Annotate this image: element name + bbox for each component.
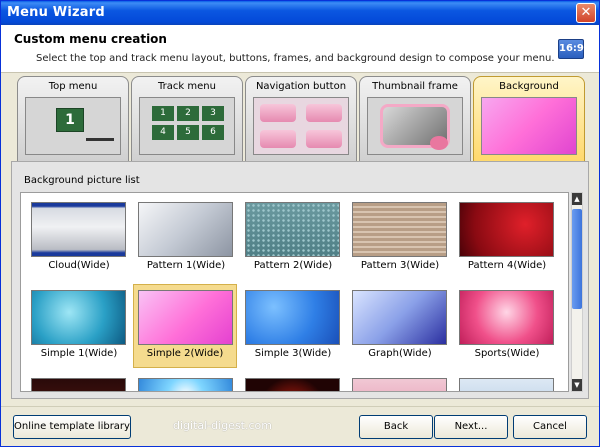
tab-background[interactable]: Background bbox=[473, 76, 585, 164]
graph-thumbnail bbox=[352, 290, 447, 345]
simple2-thumbnail bbox=[138, 290, 233, 345]
flower-icon bbox=[430, 136, 448, 150]
background-thumbnail bbox=[459, 378, 554, 391]
sports-thumbnail bbox=[459, 290, 554, 345]
track-number: 2 bbox=[177, 106, 199, 121]
track-number: 1 bbox=[152, 106, 174, 121]
pattern2-thumbnail bbox=[245, 202, 340, 257]
next-button[interactable]: Next... bbox=[434, 415, 508, 439]
item-caption: Simple 3(Wide) bbox=[254, 348, 332, 359]
track-number: 4 bbox=[152, 124, 174, 140]
item-caption: Pattern 3(Wide) bbox=[360, 260, 440, 271]
preview-number: 1 bbox=[56, 108, 84, 132]
background-thumbnail bbox=[352, 378, 447, 391]
tab-track-menu[interactable]: Track menu 1 2 3 4 5 6 bbox=[131, 76, 243, 162]
scroll-thumb[interactable] bbox=[572, 209, 582, 309]
pattern1-thumbnail bbox=[138, 202, 233, 257]
pattern4-thumbnail bbox=[459, 202, 554, 257]
list-item[interactable]: Graph(Wide) bbox=[348, 285, 452, 369]
simple1-thumbnail bbox=[31, 290, 126, 345]
cancel-button[interactable]: Cancel bbox=[513, 415, 587, 439]
wizard-header: Custom menu creation Select the top and … bbox=[1, 25, 599, 73]
background-panel: Background picture list Cloud(Wide) Patt… bbox=[11, 161, 589, 399]
list-item[interactable]: Simple 3(Wide) bbox=[241, 285, 345, 369]
tab-top-menu[interactable]: Top menu 1 bbox=[17, 76, 129, 162]
list-item[interactable]: Sports(Wide) bbox=[455, 285, 559, 369]
component-tabs: Top menu 1 Track menu 1 2 3 4 5 6 Naviga… bbox=[17, 76, 587, 164]
close-button[interactable]: ✕ bbox=[576, 3, 596, 23]
menu-wizard-window: Menu Wizard ✕ Custom menu creation Selec… bbox=[0, 0, 600, 447]
page-description: Select the top and track menu layout, bu… bbox=[36, 53, 555, 64]
back-button[interactable]: Back bbox=[359, 415, 433, 439]
tab-label: Navigation button bbox=[255, 81, 347, 92]
background-list[interactable]: Cloud(Wide) Pattern 1(Wide) Pattern 2(Wi… bbox=[20, 192, 569, 392]
nav-forward-icon bbox=[306, 130, 342, 148]
online-template-library-button[interactable]: Online template library bbox=[13, 415, 131, 439]
list-item[interactable] bbox=[27, 373, 131, 391]
item-caption: Pattern 1(Wide) bbox=[146, 260, 226, 271]
nav-next-icon bbox=[260, 130, 296, 148]
cloud-thumbnail bbox=[31, 202, 126, 257]
top-menu-preview: 1 bbox=[25, 97, 121, 155]
track-number: 3 bbox=[202, 106, 224, 121]
list-item[interactable]: Cloud(Wide) bbox=[27, 197, 131, 281]
item-caption: Cloud(Wide) bbox=[48, 260, 110, 271]
list-item[interactable]: Pattern 3(Wide) bbox=[348, 197, 452, 281]
list-item[interactable]: Simple 2(Wide) bbox=[133, 284, 237, 368]
track-menu-preview: 1 2 3 4 5 6 bbox=[139, 97, 235, 155]
background-preview bbox=[481, 97, 577, 155]
list-item[interactable] bbox=[134, 373, 238, 391]
tab-label: Track menu bbox=[158, 81, 216, 92]
thumbnail-frame-preview bbox=[367, 97, 463, 155]
simple3-thumbnail bbox=[245, 290, 340, 345]
item-caption: Simple 2(Wide) bbox=[146, 348, 224, 359]
tab-thumbnail-frame[interactable]: Thumbnail frame bbox=[359, 76, 471, 162]
tab-label: Thumbnail frame bbox=[372, 81, 458, 92]
item-caption: Pattern 4(Wide) bbox=[467, 260, 547, 271]
scroll-up-arrow-icon[interactable]: ▲ bbox=[572, 193, 582, 205]
list-item[interactable] bbox=[241, 373, 345, 391]
background-thumbnail bbox=[31, 378, 126, 391]
preview-bar bbox=[86, 138, 114, 141]
item-caption: Simple 1(Wide) bbox=[40, 348, 118, 359]
list-item[interactable] bbox=[348, 373, 452, 391]
nav-prev-icon bbox=[260, 104, 296, 122]
title-bar[interactable]: Menu Wizard ✕ bbox=[1, 1, 599, 25]
window-title: Menu Wizard bbox=[7, 5, 105, 20]
watermark: digital-digest.com bbox=[173, 419, 272, 432]
scroll-down-arrow-icon[interactable]: ▼ bbox=[572, 379, 582, 391]
item-caption: Pattern 2(Wide) bbox=[253, 260, 333, 271]
footer-divider bbox=[1, 406, 599, 407]
background-thumbnail bbox=[138, 378, 233, 391]
track-number: 5 bbox=[177, 124, 199, 140]
panel-label: Background picture list bbox=[24, 175, 140, 186]
pattern3-thumbnail bbox=[352, 202, 447, 257]
nav-back-icon bbox=[306, 104, 342, 122]
tab-label: Background bbox=[499, 81, 559, 92]
list-item[interactable]: Pattern 1(Wide) bbox=[134, 197, 238, 281]
background-thumbnail bbox=[245, 378, 340, 391]
aspect-ratio-icon: 16:9 bbox=[558, 39, 584, 59]
list-scrollbar[interactable]: ▲ ▼ bbox=[571, 192, 583, 392]
navigation-button-preview bbox=[253, 97, 349, 155]
tab-label: Top menu bbox=[48, 81, 98, 92]
item-caption: Graph(Wide) bbox=[368, 348, 432, 359]
list-item[interactable] bbox=[455, 373, 559, 391]
list-item[interactable]: Pattern 2(Wide) bbox=[241, 197, 345, 281]
item-caption: Sports(Wide) bbox=[474, 348, 540, 359]
list-item[interactable]: Simple 1(Wide) bbox=[27, 285, 131, 369]
tab-navigation-button[interactable]: Navigation button bbox=[245, 76, 357, 162]
page-title: Custom menu creation bbox=[14, 32, 167, 46]
list-item[interactable]: Pattern 4(Wide) bbox=[455, 197, 559, 281]
track-number: 6 bbox=[202, 124, 224, 140]
